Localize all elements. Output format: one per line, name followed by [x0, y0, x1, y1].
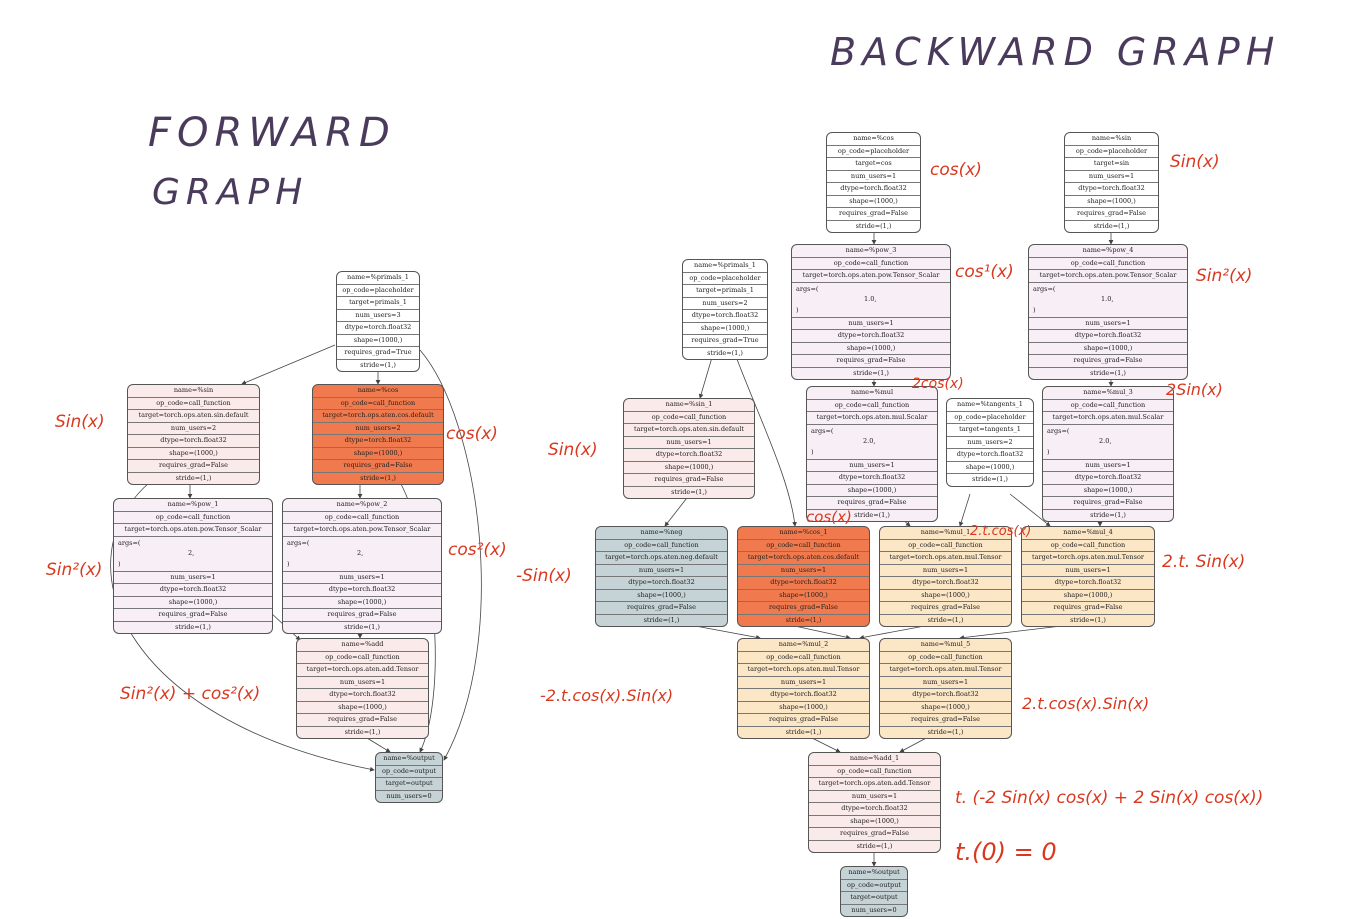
bwd-note-cos-power-1: cos¹(x): [955, 262, 1014, 282]
bwd-node-output: name=%output op_code=output target=output…: [840, 866, 908, 917]
bwd-note-neg-sin: -Sin(x): [516, 566, 572, 586]
bwd-node-mul-2: name=%mul_2 op_code=call_function target=…: [737, 638, 870, 739]
bwd-node-neg: name=%neg op_code=call_function target=to…: [595, 526, 728, 627]
bwd-note-2t-cos: 2.t.cos(x): [970, 524, 1032, 539]
bwd-node-add-1: name=%add_1 op_code=call_function target=…: [808, 752, 941, 853]
bwd-node-cos-1: name=%cos_1 op_code=call_function target=…: [737, 526, 870, 627]
bwd-node-mul: name=%mul op_code=call_function target=to…: [806, 386, 938, 522]
bwd-note-sin: Sin(x): [1170, 152, 1220, 172]
bwd-node-tangents-1: name=%tangents_1 op_code=placeholder targ…: [946, 398, 1034, 487]
bwd-note-2t-sin: 2.t. Sin(x): [1162, 552, 1246, 572]
bwd-note-cos-1: cos(x): [806, 508, 852, 526]
fwd-note-cos-squared: cos²(x): [448, 540, 507, 560]
bwd-node-pow-3: name=%pow_3 op_code=call_function target=…: [791, 244, 951, 380]
fwd-node-output: name=%output op_code=output target=output…: [375, 752, 443, 803]
bwd-node-sin-1: name=%sin_1 op_code=call_function target=…: [623, 398, 755, 499]
fwd-note-cos: cos(x): [446, 424, 498, 444]
bwd-node-mul-5: name=%mul_5 op_code=call_function target=…: [879, 638, 1012, 739]
fwd-note-sin-squared: Sin²(x): [46, 560, 103, 580]
bwd-node-primals-1: name=%primals_1 op_code=placeholder targe…: [682, 259, 768, 360]
fwd-node-pow-1: name=%pow_1 op_code=call_function target=…: [113, 498, 273, 634]
fwd-node-add: name=%add op_code=call_function target=to…: [296, 638, 429, 739]
bwd-note-total: t. (-2 Sin(x) cos(x) + 2 Sin(x) cos(x)): [955, 788, 1264, 808]
fwd-node-sin: name=%sin op_code=call_function target=to…: [127, 384, 260, 485]
bwd-node-mul-4: name=%mul_4 op_code=call_function target=…: [1021, 526, 1155, 627]
fwd-note-sum: Sin²(x) + cos²(x): [120, 684, 261, 704]
bwd-note-zero: t.(0) = 0: [955, 838, 1057, 866]
forward-title-line1: FORWARD: [148, 110, 396, 156]
bwd-node-sin-input: name=%sin op_code=placeholder target=sin n…: [1064, 132, 1159, 233]
bwd-node-pow-4: name=%pow_4 op_code=call_function target=…: [1028, 244, 1188, 380]
bwd-note-product: 2.t.cos(x).Sin(x): [1022, 694, 1150, 713]
bwd-note-sin-squared: Sin²(x): [1196, 266, 1253, 286]
bwd-note-2cos: 2cos(x): [912, 376, 964, 392]
bwd-note-sin-1: Sin(x): [548, 440, 598, 460]
fwd-node-primals-1: name=%primals_1 op_code=placeholder targe…: [336, 271, 420, 372]
bwd-node-mul-3: name=%mul_3 op_code=call_function target=…: [1042, 386, 1174, 522]
forward-title-line2: GRAPH: [152, 172, 309, 213]
fwd-node-cos: name=%cos op_code=call_function target=to…: [312, 384, 444, 485]
fwd-note-sin: Sin(x): [55, 412, 105, 432]
bwd-note-neg-product: -2.t.cos(x).Sin(x): [540, 686, 674, 705]
bwd-note-cos: cos(x): [930, 160, 982, 180]
bwd-note-2sin: 2Sin(x): [1166, 380, 1223, 399]
bwd-node-mul-1: name=%mul_1 op_code=call_function target=…: [879, 526, 1012, 627]
fwd-node-pow-2: name=%pow_2 op_code=call_function target=…: [282, 498, 442, 634]
backward-title: BACKWARD GRAPH: [830, 30, 1281, 74]
bwd-node-cos-input: name=%cos op_code=placeholder target=cos n…: [826, 132, 921, 233]
